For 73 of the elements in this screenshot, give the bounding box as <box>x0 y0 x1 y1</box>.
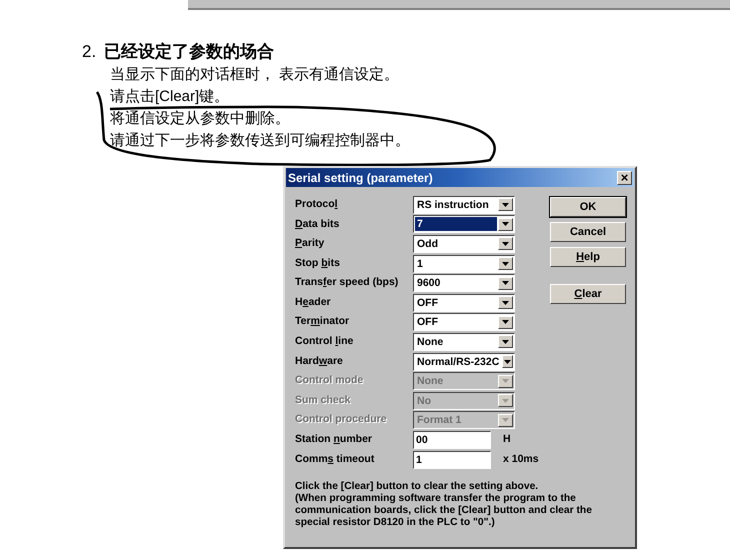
caret-icon <box>502 300 509 305</box>
dropdown-button[interactable] <box>498 316 513 329</box>
dropdown-button[interactable] <box>498 198 513 212</box>
caret-icon <box>502 418 509 422</box>
dropdown-button[interactable] <box>498 237 513 250</box>
dropdown-button[interactable] <box>498 218 513 231</box>
dialog-button[interactable]: Cancel <box>550 222 626 242</box>
heading-number: 2. <box>82 41 96 63</box>
dialog-button[interactable]: OK <box>550 197 626 217</box>
input-field[interactable]: 00 <box>413 430 491 449</box>
dropdown-value: Format 1 <box>416 413 462 428</box>
caret-icon <box>502 398 509 403</box>
caret-icon <box>502 262 509 266</box>
caret-icon <box>502 242 509 246</box>
dropdown-button[interactable] <box>498 296 513 310</box>
body-text: 将通信设定从参数中删除。 <box>110 109 290 129</box>
dropdown-button[interactable] <box>502 355 513 368</box>
caret-icon <box>502 281 509 286</box>
field-label: Control mode <box>295 373 364 388</box>
field-label: Transfer speed (bps) <box>295 275 400 290</box>
dropdown-field[interactable]: RS instruction <box>413 196 515 214</box>
dropdown-value: None <box>416 334 444 349</box>
dropdown-button[interactable] <box>498 335 513 348</box>
field-label: Parity <box>295 236 326 252</box>
caret-icon <box>502 340 509 344</box>
dialog-button[interactable]: Clear <box>550 284 626 304</box>
body-text: 当显示下面的对话框时， 表示有通信设定。 <box>110 65 400 85</box>
dropdown-field[interactable]: OFF <box>413 313 515 332</box>
dropdown-value: OFF <box>416 315 439 330</box>
body-text: 请通过下一步将参数传送到可编程控制器中。 <box>110 131 410 151</box>
field-label: Hardware <box>295 354 344 369</box>
field-label: Protocol <box>295 196 339 212</box>
field-label: Control line <box>295 334 354 350</box>
dropdown-field[interactable]: Normal/RS-232C <box>413 352 515 371</box>
dropdown-value: No <box>416 394 432 408</box>
dialog-button[interactable]: Help <box>550 247 626 267</box>
field-label: Header <box>295 294 332 310</box>
dropdown-field[interactable]: 1 <box>413 254 515 273</box>
field-label: Station number <box>295 432 374 448</box>
caret-icon <box>502 202 509 207</box>
field-label: Data bits <box>295 216 340 232</box>
dropdown-field[interactable]: None <box>413 332 515 351</box>
caret-icon <box>502 222 509 226</box>
window-title: Serial setting (parameter) <box>288 170 433 186</box>
dropdown-value: RS instruction <box>416 198 490 212</box>
dropdown-button[interactable] <box>498 276 513 290</box>
dropdown-value: None <box>416 374 444 388</box>
caret-icon <box>504 360 512 364</box>
field-label: Stop bits <box>295 256 341 271</box>
body-text: 请点击[Clear]键。 <box>110 87 230 107</box>
close-button[interactable]: × <box>617 170 632 184</box>
dropdown-value: 7 <box>415 217 497 232</box>
dropdown-field[interactable]: Odd <box>413 234 515 253</box>
dropdown-value: 9600 <box>416 276 442 290</box>
field-label: Sum check <box>295 392 352 408</box>
dropdown-value: OFF <box>416 296 439 310</box>
dropdown-button[interactable] <box>498 257 513 270</box>
caret-icon <box>502 320 509 324</box>
dropdown-value: 1 <box>416 256 424 271</box>
caret-icon <box>502 379 509 384</box>
dropdown-field[interactable]: 7 <box>413 215 515 234</box>
dropdown-value: Odd <box>416 236 439 251</box>
field-label: Terminator <box>295 314 350 330</box>
input-field[interactable]: 1 <box>413 450 491 469</box>
field-label: Control procedure <box>295 412 388 428</box>
dropdown-field[interactable]: OFF <box>413 294 515 312</box>
field-label: Comms timeout <box>295 452 376 467</box>
unit-label: H <box>503 432 511 448</box>
note-text: Click the [Clear] button to clear the setting above. (When programming software transfer the program to the communication boards, click the [Clear] button and clear the special resistor D8120 in the PLC to "0".) <box>294 481 593 530</box>
dropdown-value: Normal/RS-232C <box>416 354 500 369</box>
heading: 已经设定了参数的场合 <box>104 41 274 63</box>
dropdown-field[interactable]: 9600 <box>413 274 515 292</box>
unit-label: x 10ms <box>503 452 539 467</box>
